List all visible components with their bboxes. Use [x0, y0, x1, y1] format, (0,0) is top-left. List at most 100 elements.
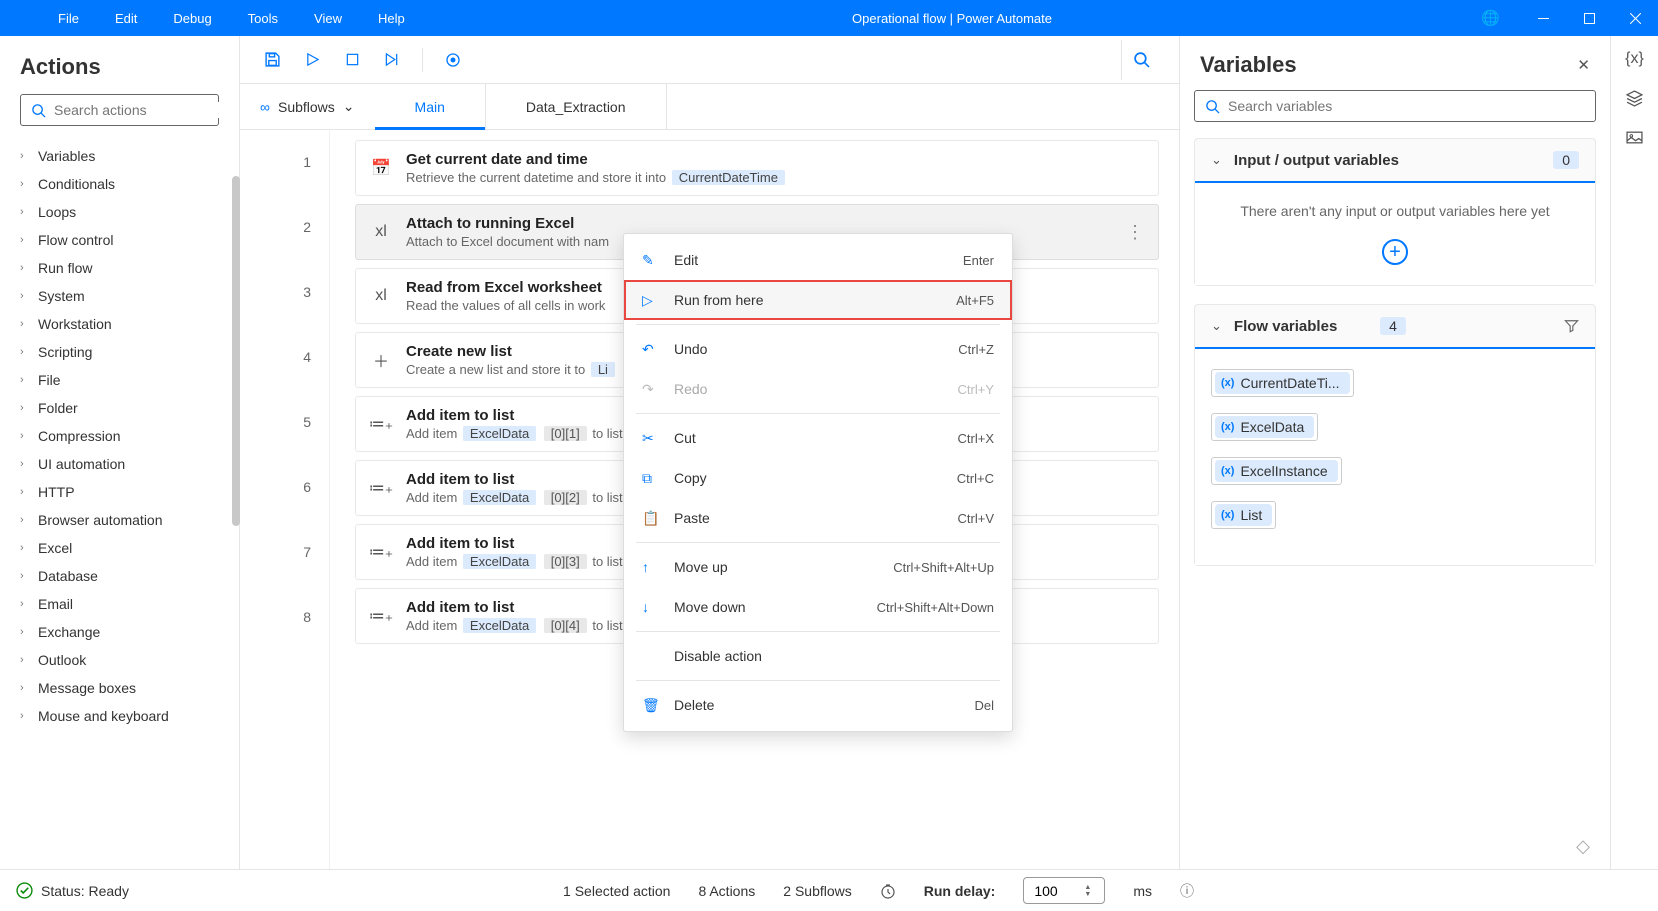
category-ui-automation[interactable]: ›UI automation — [0, 450, 239, 478]
category-excel[interactable]: ›Excel — [0, 534, 239, 562]
toolbar — [240, 36, 1179, 84]
category-compression[interactable]: ›Compression — [0, 422, 239, 450]
flow-variables-body: (x)CurrentDateTi... (x)ExcelData (x)ExcelI… — [1195, 349, 1595, 565]
category-conditionals[interactable]: ›Conditionals — [0, 170, 239, 198]
tab-main[interactable]: Main — [375, 84, 486, 129]
flow-search-button[interactable] — [1121, 40, 1161, 80]
flow-variable[interactable]: (x)CurrentDateTi... — [1211, 369, 1579, 397]
menu-view[interactable]: View — [296, 11, 360, 26]
save-button[interactable] — [258, 46, 286, 74]
info-icon[interactable]: ⓘ — [1180, 881, 1194, 901]
ctx-icon: ↷ — [642, 381, 664, 398]
menu-tools[interactable]: Tools — [230, 11, 296, 26]
maximize-button[interactable] — [1566, 0, 1612, 36]
actions-search[interactable] — [20, 94, 219, 126]
more-icon[interactable]: ⋮ — [1126, 222, 1144, 243]
flow-variables-header[interactable]: ⌄ Flow variables 4 — [1195, 305, 1595, 347]
ctx-icon: 🗑 — [642, 697, 664, 714]
delay-value-input[interactable] — [1034, 883, 1084, 899]
category-exchange[interactable]: ›Exchange — [0, 618, 239, 646]
category-outlook[interactable]: ›Outlook — [0, 646, 239, 674]
category-workstation[interactable]: ›Workstation — [0, 310, 239, 338]
flow-step[interactable]: 📅Get current date and timeRetrieve the c… — [355, 140, 1159, 196]
category-file[interactable]: ›File — [0, 366, 239, 394]
category-database[interactable]: ›Database — [0, 562, 239, 590]
chevron-down-icon: ⌄ — [1211, 152, 1222, 168]
search-icon — [31, 103, 46, 118]
ctx-run-from-here[interactable]: ▷Run from hereAlt+F5 — [624, 280, 1012, 320]
delay-unit: ms — [1133, 883, 1152, 899]
ctx-edit[interactable]: ✎EditEnter — [624, 240, 1012, 280]
subflow-tabs-row: ∞ Subflows ⌄ Main Data_Extraction — [240, 84, 1179, 130]
flow-canvas: ∞ Subflows ⌄ Main Data_Extraction 123456… — [240, 36, 1180, 869]
category-system[interactable]: ›System — [0, 282, 239, 310]
images-icon[interactable] — [1626, 129, 1643, 146]
flow-variable[interactable]: (x)ExcelInstance — [1211, 457, 1579, 485]
subflows-dropdown[interactable]: ∞ Subflows ⌄ — [240, 84, 375, 129]
category-browser-automation[interactable]: ›Browser automation — [0, 506, 239, 534]
category-scripting[interactable]: ›Scripting — [0, 338, 239, 366]
ctx-paste[interactable]: 📋PasteCtrl+V — [624, 498, 1012, 538]
chevron-right-icon: › — [20, 206, 30, 218]
layers-icon[interactable] — [1626, 90, 1643, 107]
close-panel-icon[interactable]: ✕ — [1577, 56, 1590, 74]
ctx-disable-action[interactable]: Disable action — [624, 636, 1012, 676]
add-variable-button[interactable]: + — [1382, 239, 1408, 265]
step-icon: ≔₊ — [370, 477, 392, 499]
line-number: 5 — [303, 414, 311, 430]
menu-help[interactable]: Help — [360, 11, 423, 26]
ctx-move-down[interactable]: ↓Move downCtrl+Shift+Alt+Down — [624, 587, 1012, 627]
step-icon: xl — [370, 285, 392, 307]
spinner-down[interactable]: ▼ — [1084, 891, 1091, 898]
category-loops[interactable]: ›Loops — [0, 198, 239, 226]
delay-input[interactable]: ▲▼ — [1023, 877, 1105, 904]
run-next-button[interactable] — [378, 46, 406, 74]
flow-variable[interactable]: (x)List — [1211, 501, 1579, 529]
variables-icon[interactable]: {x} — [1625, 50, 1644, 68]
chevron-right-icon: › — [20, 262, 30, 274]
variable-icon: (x) — [1221, 421, 1234, 433]
ctx-cut[interactable]: ✂CutCtrl+X — [624, 418, 1012, 458]
category-http[interactable]: ›HTTP — [0, 478, 239, 506]
category-message-boxes[interactable]: ›Message boxes — [0, 674, 239, 702]
variables-search-input[interactable] — [1228, 98, 1585, 114]
close-button[interactable] — [1612, 0, 1658, 36]
ctx-delete[interactable]: 🗑DeleteDel — [624, 685, 1012, 725]
menu-edit[interactable]: Edit — [97, 11, 155, 26]
actions-tree: ›Variables›Conditionals›Loops›Flow contr… — [0, 138, 239, 869]
ctx-redo: ↷RedoCtrl+Y — [624, 369, 1012, 409]
category-folder[interactable]: ›Folder — [0, 394, 239, 422]
eraser-icon[interactable]: ◇ — [1576, 836, 1590, 857]
chevron-right-icon: › — [20, 374, 30, 386]
menu-debug[interactable]: Debug — [155, 11, 229, 26]
flow-variables-section: ⌄ Flow variables 4 (x)CurrentDateTi...(x… — [1194, 304, 1596, 566]
io-variables-header[interactable]: ⌄ Input / output variables 0 — [1195, 139, 1595, 181]
record-button[interactable] — [439, 46, 467, 74]
chevron-right-icon: › — [20, 710, 30, 722]
ctx-icon: ↓ — [642, 599, 664, 615]
tab-data-extraction[interactable]: Data_Extraction — [486, 84, 667, 129]
flow-variable[interactable]: (x)ExcelData — [1211, 413, 1579, 441]
step-icon: ≔₊ — [370, 413, 392, 435]
scrollbar[interactable] — [232, 176, 240, 526]
category-mouse-and-keyboard[interactable]: ›Mouse and keyboard — [0, 702, 239, 730]
category-email[interactable]: ›Email — [0, 590, 239, 618]
stop-button[interactable] — [338, 46, 366, 74]
actions-search-input[interactable] — [54, 102, 235, 118]
chevron-right-icon: › — [20, 290, 30, 302]
category-variables[interactable]: ›Variables — [0, 142, 239, 170]
globe-icon[interactable]: 🌐 — [1481, 9, 1500, 27]
menu-file[interactable]: File — [40, 11, 97, 26]
category-run-flow[interactable]: ›Run flow — [0, 254, 239, 282]
status-actions: 8 Actions — [698, 883, 755, 899]
ctx-copy[interactable]: ⧉CopyCtrl+C — [624, 458, 1012, 498]
variables-search[interactable] — [1194, 90, 1596, 122]
ctx-move-up[interactable]: ↑Move upCtrl+Shift+Alt+Up — [624, 547, 1012, 587]
subflows-icon: ∞ — [260, 99, 270, 115]
ctx-undo[interactable]: ↶UndoCtrl+Z — [624, 329, 1012, 369]
filter-icon[interactable] — [1564, 319, 1579, 333]
minimize-button[interactable] — [1520, 0, 1566, 36]
category-flow-control[interactable]: ›Flow control — [0, 226, 239, 254]
run-button[interactable] — [298, 46, 326, 74]
spinner-up[interactable]: ▲ — [1084, 884, 1091, 891]
